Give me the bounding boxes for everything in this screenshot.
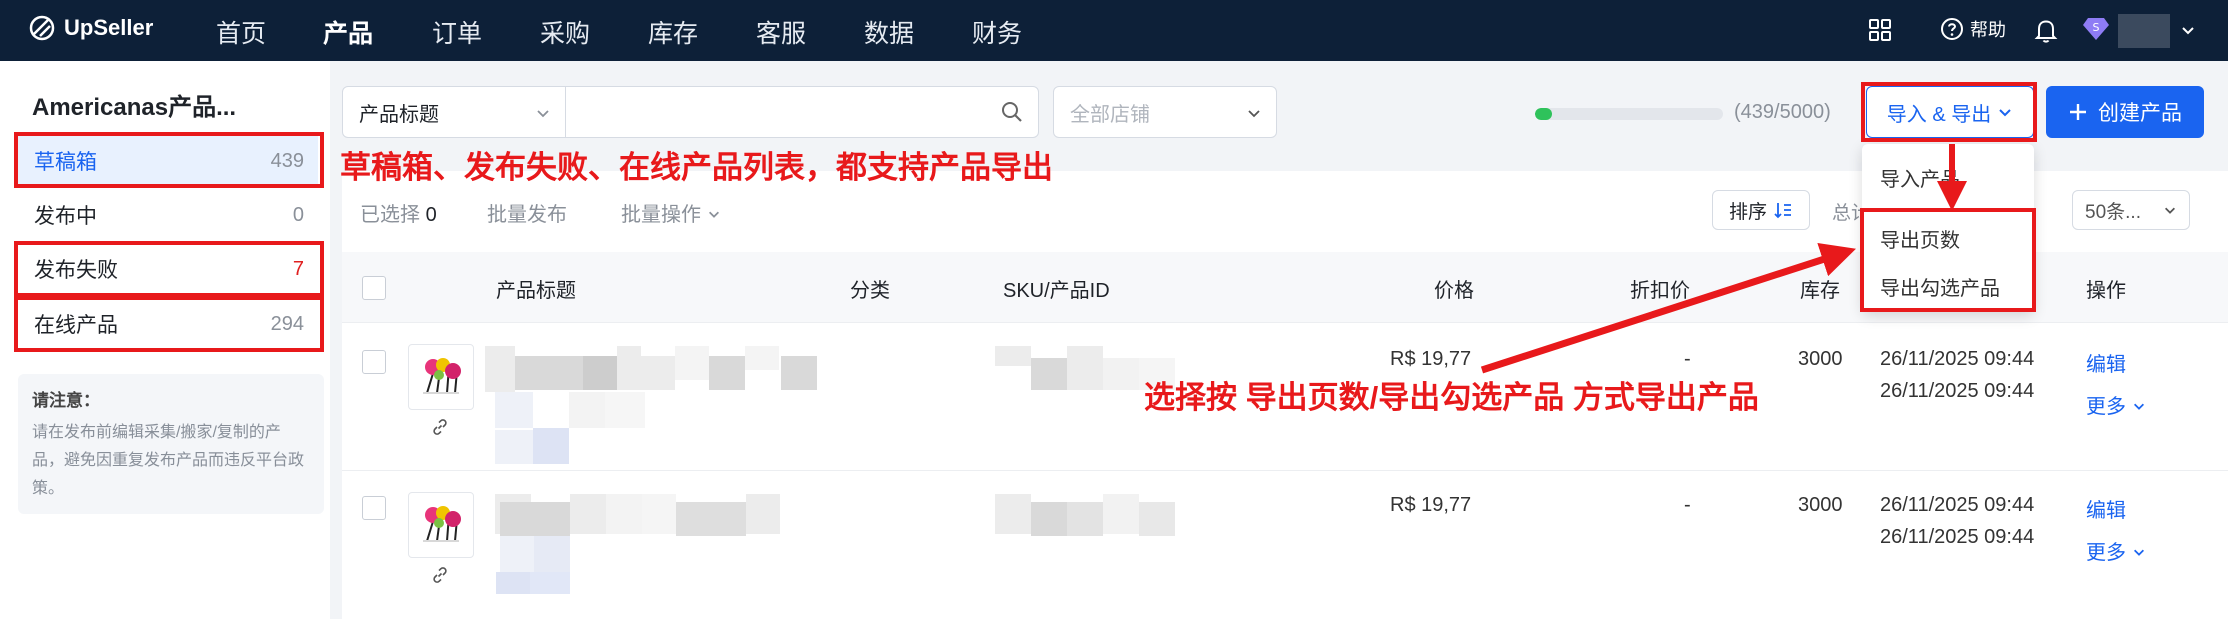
annotation-text-top: 草稿箱、发布失败、在线产品列表，都支持产品导出 (340, 150, 1053, 185)
annotation-arrows (1480, 144, 1967, 374)
arrow-to-export-options (1480, 242, 1856, 374)
annotation-text-middle: 选择按 导出页数/导出勾选产品 方式导出产品 (1144, 380, 1759, 415)
